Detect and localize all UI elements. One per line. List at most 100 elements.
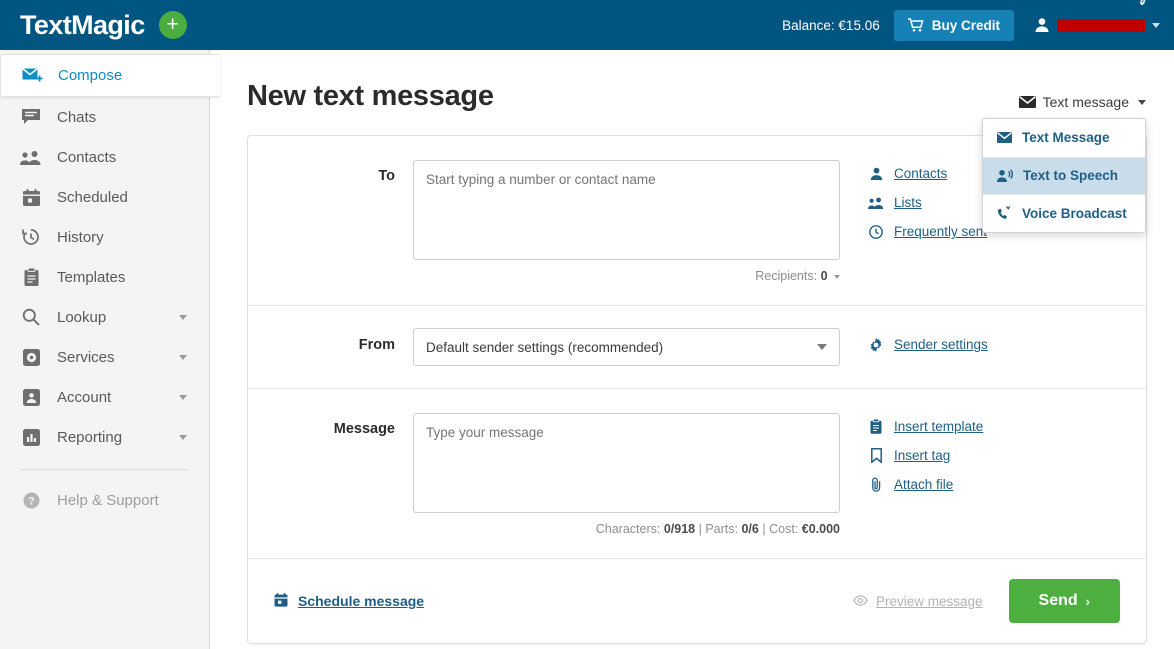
template-icon bbox=[868, 419, 884, 434]
attach-file-link[interactable]: Attach file bbox=[868, 477, 983, 492]
sidebar-item-history[interactable]: History bbox=[0, 217, 209, 257]
chat-icon bbox=[20, 106, 42, 128]
dropdown-item-voice-broadcast[interactable]: Voice Broadcast bbox=[983, 194, 1145, 232]
preview-message-button[interactable]: Preview message bbox=[853, 594, 983, 609]
recipients-count: 0 bbox=[821, 269, 828, 283]
parts-label: Parts: bbox=[705, 522, 738, 536]
dropdown-item-label: Text to Speech bbox=[1023, 168, 1118, 183]
logo-text: TextMagic bbox=[20, 10, 145, 41]
speech-icon bbox=[997, 169, 1013, 182]
sender-settings-link[interactable]: Sender settings bbox=[868, 337, 988, 352]
chevron-down-icon bbox=[1138, 100, 1146, 105]
sidebar-item-templates[interactable]: Templates bbox=[0, 257, 209, 297]
attach-file-link-label: Attach file bbox=[894, 477, 953, 492]
from-side-links: Sender settings bbox=[840, 328, 988, 366]
sidebar-item-scheduled[interactable]: Scheduled bbox=[0, 177, 209, 217]
message-row: Message Characters: 0/918 | Parts: 0/6 |… bbox=[248, 389, 1146, 559]
chevron-down-icon bbox=[179, 435, 187, 440]
sidebar-item-compose[interactable]: Compose bbox=[0, 54, 220, 97]
bookmark-icon bbox=[868, 448, 884, 463]
to-field-col: Recipients: 0 bbox=[413, 160, 840, 283]
sidebar-item-account[interactable]: Account bbox=[0, 377, 209, 417]
history-icon bbox=[20, 226, 42, 248]
characters-label: Characters: bbox=[596, 522, 661, 536]
sidebar-item-contacts[interactable]: Contacts bbox=[0, 137, 209, 177]
sidebar-item-label: Templates bbox=[57, 269, 125, 286]
sidebar-item-lookup[interactable]: Lookup bbox=[0, 297, 209, 337]
chevron-down-icon bbox=[179, 355, 187, 360]
contacts-link-label: Contacts bbox=[894, 166, 947, 181]
sidebar-item-services[interactable]: Services bbox=[0, 337, 209, 377]
new-message-plus-button[interactable]: + bbox=[159, 11, 187, 39]
frequently-sent-link[interactable]: Frequently sent bbox=[868, 224, 987, 239]
cost-value: €0.000 bbox=[802, 522, 840, 536]
insert-tag-link[interactable]: Insert tag bbox=[868, 448, 983, 463]
phone-icon bbox=[997, 206, 1012, 220]
send-button[interactable]: Send › bbox=[1009, 579, 1120, 623]
from-field-col: Default sender settings (recommended) bbox=[413, 328, 840, 366]
sidebar-item-label: Contacts bbox=[57, 149, 116, 166]
buy-credit-button[interactable]: Buy Credit bbox=[894, 10, 1014, 41]
schedule-message-link[interactable]: Schedule message bbox=[274, 593, 424, 610]
sidebar-item-label: Services bbox=[57, 349, 115, 366]
cart-icon bbox=[908, 18, 924, 32]
services-icon bbox=[20, 346, 42, 368]
sidebar-item-help-support[interactable]: ? Help & Support bbox=[0, 480, 209, 520]
gear-icon bbox=[868, 338, 884, 352]
to-side-links: Contacts Lists bbox=[840, 160, 987, 283]
sidebar-item-label: Help & Support bbox=[57, 492, 159, 509]
clock-icon bbox=[868, 225, 884, 239]
logo[interactable]: TextMagic + bbox=[0, 10, 187, 41]
contacts-icon bbox=[20, 146, 42, 168]
chevron-down-icon bbox=[817, 344, 827, 350]
from-label: From bbox=[248, 328, 413, 366]
chevron-down-icon bbox=[179, 315, 187, 320]
insert-template-link[interactable]: Insert template bbox=[868, 419, 983, 434]
message-counters: Characters: 0/918 | Parts: 0/6 | Cost: €… bbox=[413, 522, 840, 536]
reporting-icon bbox=[20, 426, 42, 448]
question-icon: ? bbox=[20, 489, 42, 511]
card-footer: Schedule message Preview message Send › bbox=[248, 559, 1146, 643]
lists-link[interactable]: Lists bbox=[868, 195, 987, 210]
group-icon bbox=[868, 197, 884, 209]
account-icon bbox=[20, 386, 42, 408]
contacts-link[interactable]: Contacts bbox=[868, 166, 987, 181]
to-input[interactable] bbox=[413, 160, 840, 260]
message-type-label: Text message bbox=[1043, 94, 1129, 110]
counter-separator: | bbox=[699, 522, 702, 536]
envelope-icon bbox=[1019, 96, 1036, 108]
dropdown-item-text-message[interactable]: Text Message bbox=[983, 119, 1145, 157]
message-field-col: Characters: 0/918 | Parts: 0/6 | Cost: €… bbox=[413, 413, 840, 536]
frequently-sent-link-label: Frequently sent bbox=[894, 224, 987, 239]
eye-icon bbox=[853, 594, 868, 609]
sidebar-item-chats[interactable]: Chats bbox=[0, 97, 209, 137]
sidebar-item-label: Account bbox=[57, 389, 111, 406]
parts-value: 0/6 bbox=[741, 522, 758, 536]
svg-text:?: ? bbox=[28, 495, 35, 507]
cost-label: Cost: bbox=[769, 522, 798, 536]
person-icon bbox=[868, 167, 884, 180]
chevron-down-icon bbox=[1152, 23, 1160, 28]
sidebar-item-label: Scheduled bbox=[57, 189, 128, 206]
main-content: New text message Text message Text Messa… bbox=[211, 50, 1174, 649]
sidebar: Compose Chats Contacts bbox=[0, 50, 210, 649]
message-type-dropdown: Text Message Text to Speech Voice Broadc… bbox=[982, 118, 1146, 233]
recipients-label: Recipients: bbox=[755, 269, 817, 283]
lists-link-label: Lists bbox=[894, 195, 922, 210]
dropdown-item-text-to-speech[interactable]: Text to Speech bbox=[983, 157, 1145, 195]
recipients-dropdown[interactable]: Recipients: 0 bbox=[755, 269, 840, 283]
sidebar-item-label: Compose bbox=[58, 67, 122, 84]
search-icon bbox=[20, 306, 42, 328]
sender-settings-link-label: Sender settings bbox=[894, 337, 988, 352]
sender-select[interactable]: Default sender settings (recommended) bbox=[413, 328, 840, 366]
message-input[interactable] bbox=[413, 413, 840, 513]
user-menu[interactable] bbox=[1028, 17, 1160, 33]
sidebar-item-label: Chats bbox=[57, 109, 96, 126]
message-type-selector[interactable]: Text message bbox=[1019, 94, 1146, 110]
chevron-down-icon bbox=[179, 395, 187, 400]
recipients-meta: Recipients: 0 bbox=[413, 269, 840, 283]
sidebar-divider bbox=[20, 469, 189, 470]
sidebar-item-reporting[interactable]: Reporting bbox=[0, 417, 209, 457]
insert-template-link-label: Insert template bbox=[894, 419, 983, 434]
preview-message-label: Preview message bbox=[876, 594, 983, 609]
